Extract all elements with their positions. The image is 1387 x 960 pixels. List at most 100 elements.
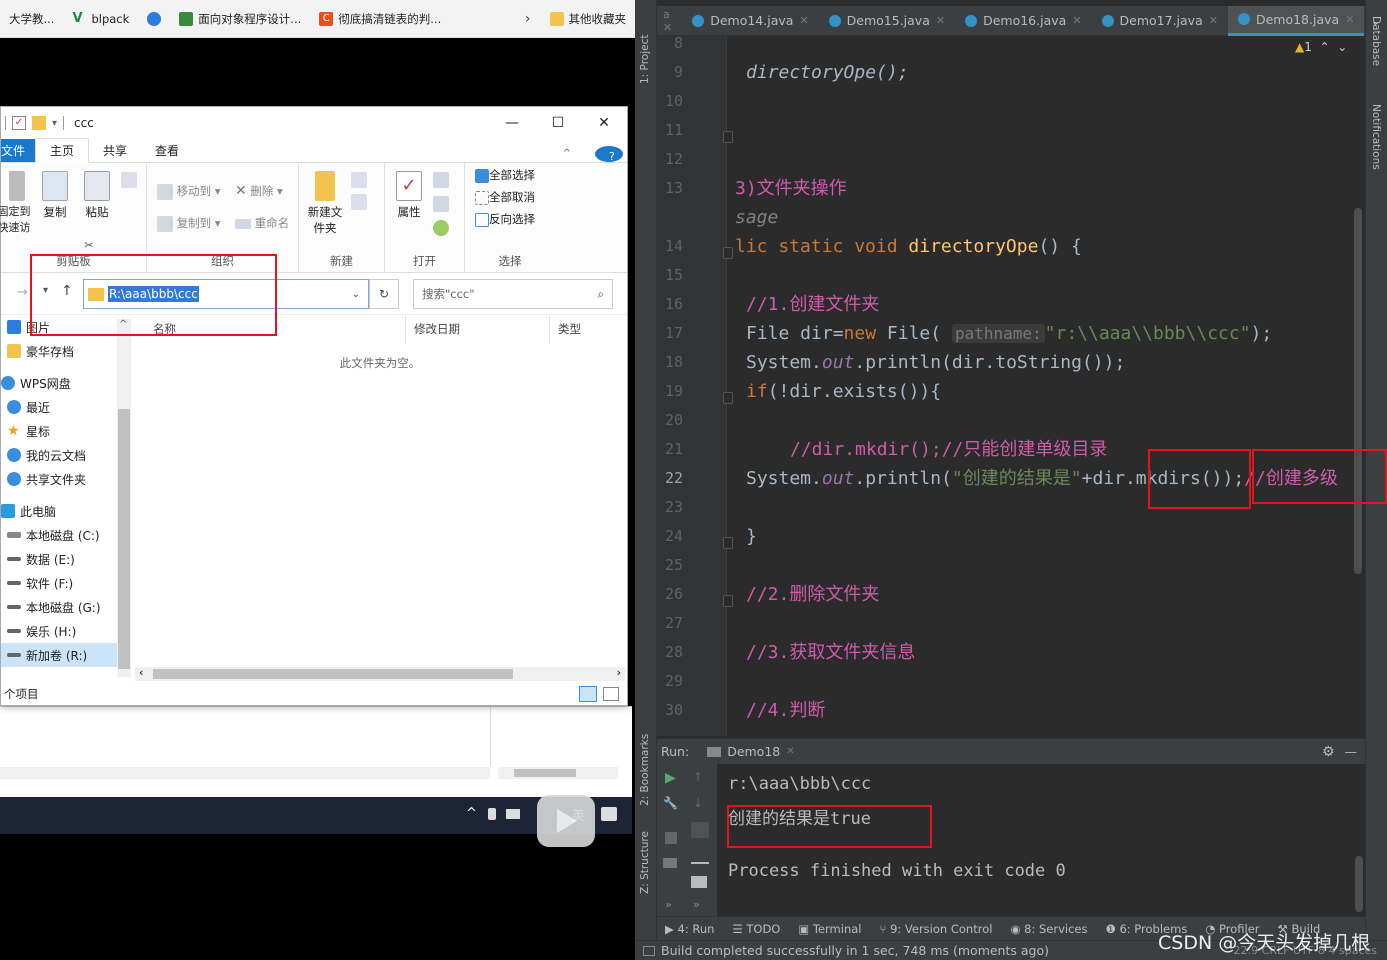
close-button[interactable]: ✕ bbox=[581, 115, 627, 131]
nav-item-shared[interactable]: 共享文件夹 bbox=[1, 467, 131, 491]
cut-icon[interactable]: ✂ bbox=[81, 237, 97, 253]
select-none-button[interactable]: 全部取消 bbox=[475, 189, 535, 205]
rerun-icon[interactable]: ▶ bbox=[665, 770, 676, 786]
invert-selection-button[interactable]: 反向选择 bbox=[475, 211, 535, 227]
bookmark-item[interactable]: 面向对象程序设计... bbox=[170, 11, 310, 27]
fold-marker-icon[interactable] bbox=[723, 595, 733, 607]
todo-tool-tab[interactable]: ☰ TODO bbox=[732, 922, 780, 936]
console-scrollbar[interactable] bbox=[1355, 856, 1363, 912]
notifications-tool-button[interactable]: Notifications bbox=[1370, 104, 1382, 194]
battery-icon[interactable] bbox=[506, 809, 520, 819]
properties-icon[interactable]: ✓ bbox=[12, 116, 26, 130]
close-icon[interactable]: ✕ bbox=[936, 14, 945, 27]
notification-icon[interactable] bbox=[601, 807, 617, 821]
wrench-icon[interactable]: 🔧 bbox=[663, 796, 678, 810]
services-tool-tab[interactable]: ◉ 8: Services bbox=[1010, 922, 1087, 936]
down-arrow-icon[interactable]: ↓ bbox=[693, 796, 703, 810]
open-icon[interactable] bbox=[433, 171, 449, 188]
fold-marker-icon[interactable] bbox=[723, 392, 733, 404]
camera-icon[interactable] bbox=[663, 858, 677, 868]
more-icon[interactable]: ⋮ bbox=[1381, 13, 1387, 29]
column-type[interactable]: 类型 bbox=[549, 315, 581, 343]
edit-icon[interactable] bbox=[433, 195, 449, 212]
scrollbar[interactable] bbox=[0, 767, 490, 779]
bookmark-item[interactable] bbox=[138, 11, 170, 26]
move-to-button[interactable]: 移动到 ▾ bbox=[157, 183, 221, 200]
fold-marker-icon[interactable] bbox=[723, 537, 733, 549]
chevron-down-icon[interactable]: ⌄ bbox=[1370, 13, 1380, 28]
column-modified[interactable]: 修改日期 bbox=[405, 315, 460, 343]
details-view-icon[interactable] bbox=[579, 686, 597, 702]
properties-button[interactable]: ✓ 属性 bbox=[393, 171, 425, 220]
history-icon[interactable] bbox=[433, 219, 449, 236]
run-tool-tab[interactable]: ▶ 4: Run bbox=[665, 922, 714, 936]
terminal-tool-tab[interactable]: ▣ Terminal bbox=[798, 922, 861, 936]
minimize-icon[interactable]: — bbox=[1345, 744, 1358, 759]
close-icon[interactable]: ✕ bbox=[1072, 14, 1081, 27]
chevron-right-icon[interactable]: › bbox=[515, 11, 541, 27]
stop-icon[interactable] bbox=[665, 832, 677, 844]
code-editor[interactable]: 8 9 10 11 12 13 14 15 16 17 18 19 20 21 22 23 24 25 26 27 28… bbox=[657, 36, 1365, 736]
nav-item-cloud-docs[interactable]: 我的云文档 bbox=[1, 443, 131, 467]
copy-path-icon[interactable] bbox=[121, 171, 137, 188]
chevron-up-icon[interactable]: ^ bbox=[466, 806, 477, 821]
paste-button[interactable]: 粘贴 bbox=[81, 171, 113, 220]
expand-icon[interactable]: » bbox=[693, 898, 700, 911]
minimize-button[interactable]: — bbox=[489, 115, 535, 131]
inspection-widget[interactable]: ▲1 ⌃ ⌄ bbox=[1295, 40, 1347, 54]
bookmark-item[interactable]: C 彻底搞清链表的判... bbox=[310, 11, 450, 27]
maximize-button[interactable]: ☐ bbox=[535, 115, 581, 131]
editor-scrollbar[interactable] bbox=[1354, 208, 1362, 574]
horizontal-scrollbar[interactable]: ‹ › bbox=[135, 666, 625, 681]
chevron-down-icon[interactable]: ⌄ bbox=[352, 289, 360, 300]
close-icon[interactable]: ✕ bbox=[1345, 13, 1354, 26]
tab-demo14[interactable]: Demo14.java ✕ bbox=[682, 6, 818, 36]
bookmark-item[interactable]: 大学教... bbox=[0, 11, 63, 27]
nav-item-drive[interactable]: 数据 (E:) bbox=[1, 547, 131, 571]
scrollbar[interactable] bbox=[498, 767, 618, 779]
close-icon[interactable]: ✕ bbox=[786, 746, 794, 757]
usb-icon[interactable] bbox=[488, 808, 496, 820]
new-folder-button[interactable]: 新建文件夹 bbox=[305, 171, 345, 236]
scroll-to-end-icon[interactable] bbox=[691, 848, 709, 864]
nav-item-wps-cloud[interactable]: WPS网盘 bbox=[1, 371, 131, 395]
tab-view[interactable]: 查看 bbox=[141, 139, 193, 162]
tab-demo17[interactable]: Demo17.java ✕ bbox=[1092, 6, 1228, 36]
search-input[interactable]: 搜索"ccc" ⌕ bbox=[413, 279, 613, 309]
fold-marker-icon[interactable] bbox=[723, 131, 733, 143]
refresh-icon[interactable]: ↻ bbox=[369, 279, 399, 309]
copy-to-button[interactable]: 复制到 ▾ bbox=[157, 215, 221, 232]
vcs-tool-tab[interactable]: ⑂ 9: Version Control bbox=[880, 922, 993, 936]
gear-icon[interactable]: ⚙ bbox=[1322, 744, 1335, 760]
nav-item-this-pc[interactable]: 此电脑 bbox=[1, 499, 131, 523]
expand-icon[interactable]: » bbox=[665, 898, 672, 911]
nav-item-drive[interactable]: 本地磁盘 (C:) bbox=[1, 523, 131, 547]
help-icon[interactable]: ? bbox=[595, 145, 623, 163]
new-item-icon[interactable] bbox=[349, 171, 369, 188]
delete-button[interactable]: ✕ 删除 ▾ bbox=[235, 183, 283, 199]
tab-home[interactable]: 主页 bbox=[35, 138, 90, 163]
close-icon[interactable]: ✕ bbox=[799, 14, 808, 27]
tab-demo16[interactable]: Demo16.java ✕ bbox=[955, 6, 1091, 36]
status-icon[interactable] bbox=[643, 945, 655, 956]
easy-access-icon[interactable] bbox=[349, 193, 369, 210]
bookmark-folder[interactable]: 其他收藏夹 bbox=[541, 11, 636, 27]
run-config-tab[interactable]: Demo18 ✕ bbox=[707, 744, 795, 759]
nav-item-drive-selected[interactable]: 新加卷 (R:) bbox=[1, 643, 131, 667]
nav-item-starred[interactable]: ★ 星标 bbox=[1, 419, 131, 443]
structure-tool-button[interactable]: Z: Structure bbox=[639, 824, 651, 894]
forward-arrow-icon[interactable]: → bbox=[17, 285, 28, 300]
dropdown-icon[interactable]: ▾ bbox=[52, 118, 57, 129]
chevron-up-icon[interactable]: ^ bbox=[549, 145, 585, 162]
project-tool-button[interactable]: 1: Project bbox=[639, 14, 651, 84]
bookmark-item[interactable]: Vblpack bbox=[63, 11, 138, 26]
nav-item-drive[interactable]: 娱乐 (H:) bbox=[1, 619, 131, 643]
nav-item-drive[interactable]: 软件 (F:) bbox=[1, 571, 131, 595]
fold-marker-icon[interactable] bbox=[723, 247, 733, 259]
tab-overflow[interactable]: a ✕ bbox=[657, 6, 682, 36]
nav-item-archive[interactable]: 豪华存档📌 bbox=[1, 339, 131, 363]
nav-item-drive[interactable]: 本地磁盘 (G:) bbox=[1, 595, 131, 619]
soft-wrap-icon[interactable] bbox=[691, 822, 709, 838]
copy-button[interactable]: 复制 bbox=[39, 171, 71, 220]
tab-demo18[interactable]: Demo18.java ✕ bbox=[1227, 5, 1365, 36]
